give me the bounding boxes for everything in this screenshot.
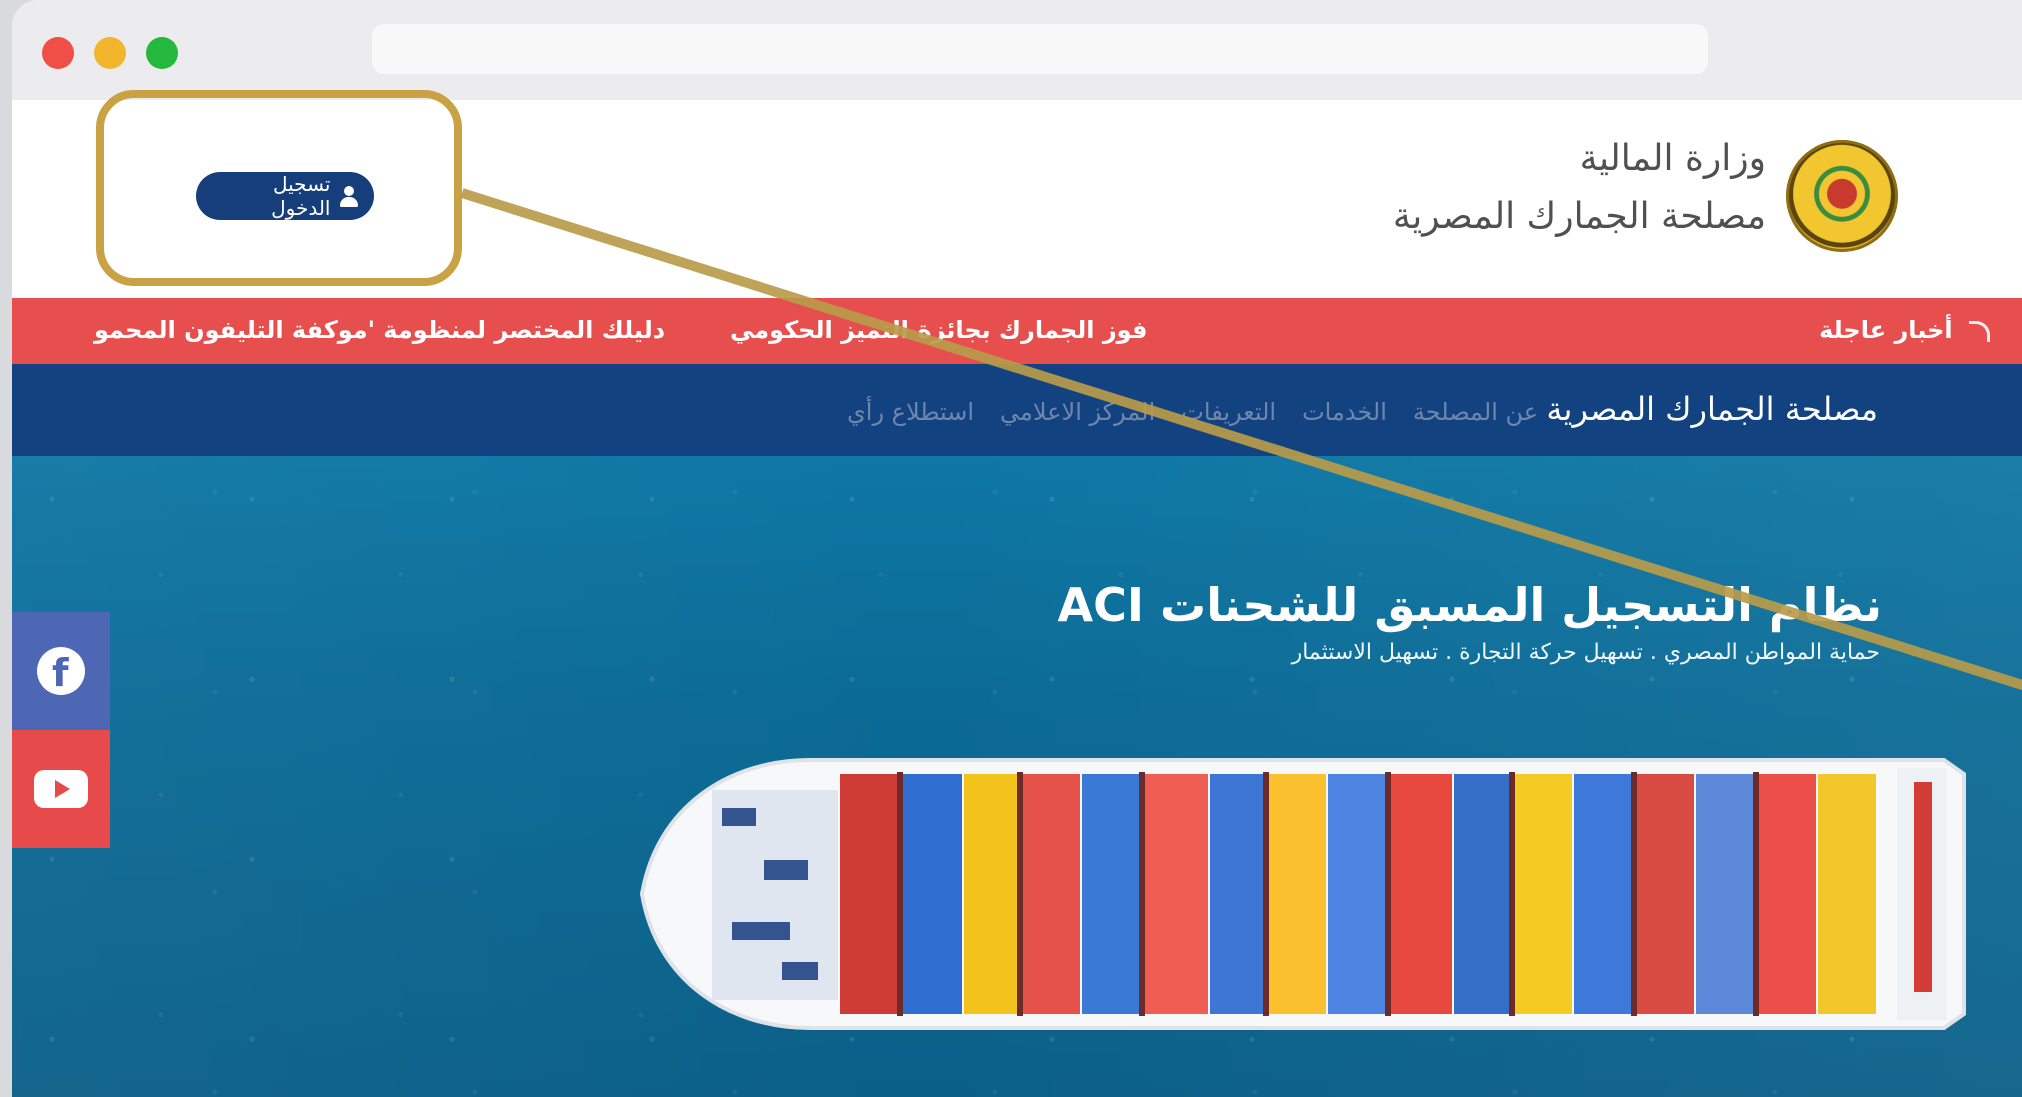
rss-icon bbox=[1969, 320, 1990, 342]
main-navigation: مصلحة الجمارك المصرية عن المصلحة الخدمات… bbox=[12, 364, 2022, 456]
breaking-news-bar: أخبار عاجلة فوز الجمارك بجائزة التميز ال… bbox=[12, 298, 2022, 364]
ministry-name: وزارة المالية bbox=[1579, 138, 1766, 179]
authority-name: مصلحة الجمارك المصرية bbox=[1392, 196, 1766, 237]
social-links bbox=[12, 612, 110, 848]
nav-item-services[interactable]: الخدمات bbox=[1302, 398, 1387, 426]
hero-subtitle: حماية المواطن المصري . تسهيل حركة التجار… bbox=[1291, 640, 1880, 665]
youtube-button[interactable] bbox=[12, 730, 110, 848]
nav-item-about[interactable]: عن المصلحة bbox=[1413, 398, 1538, 426]
close-window-button[interactable] bbox=[42, 37, 74, 69]
nav-item-survey[interactable]: استطلاع رأي bbox=[847, 398, 974, 426]
browser-window: وزارة المالية مصلحة الجمارك المصرية تسجي… bbox=[12, 0, 2022, 1097]
browser-chrome bbox=[12, 0, 2022, 101]
facebook-icon bbox=[37, 647, 85, 695]
hero-banner: نظام التسجيل المسبق للشحنات ACI حماية ال… bbox=[12, 456, 2022, 1097]
maximize-window-button[interactable] bbox=[146, 37, 178, 69]
container-ship-illustration bbox=[639, 758, 1966, 1030]
facebook-button[interactable] bbox=[12, 612, 110, 730]
breaking-news-label: أخبار عاجلة bbox=[1819, 316, 1990, 344]
address-bar[interactable] bbox=[372, 24, 1708, 74]
login-highlight-box bbox=[96, 90, 462, 286]
youtube-icon bbox=[34, 770, 88, 808]
breaking-news-item[interactable]: دليلك المختصر لمنظومة 'موكفة التليفون ال… bbox=[94, 316, 665, 344]
customs-logo bbox=[1786, 140, 1898, 252]
minimize-window-button[interactable] bbox=[94, 37, 126, 69]
nav-brand[interactable]: مصلحة الجمارك المصرية bbox=[1546, 390, 1878, 428]
